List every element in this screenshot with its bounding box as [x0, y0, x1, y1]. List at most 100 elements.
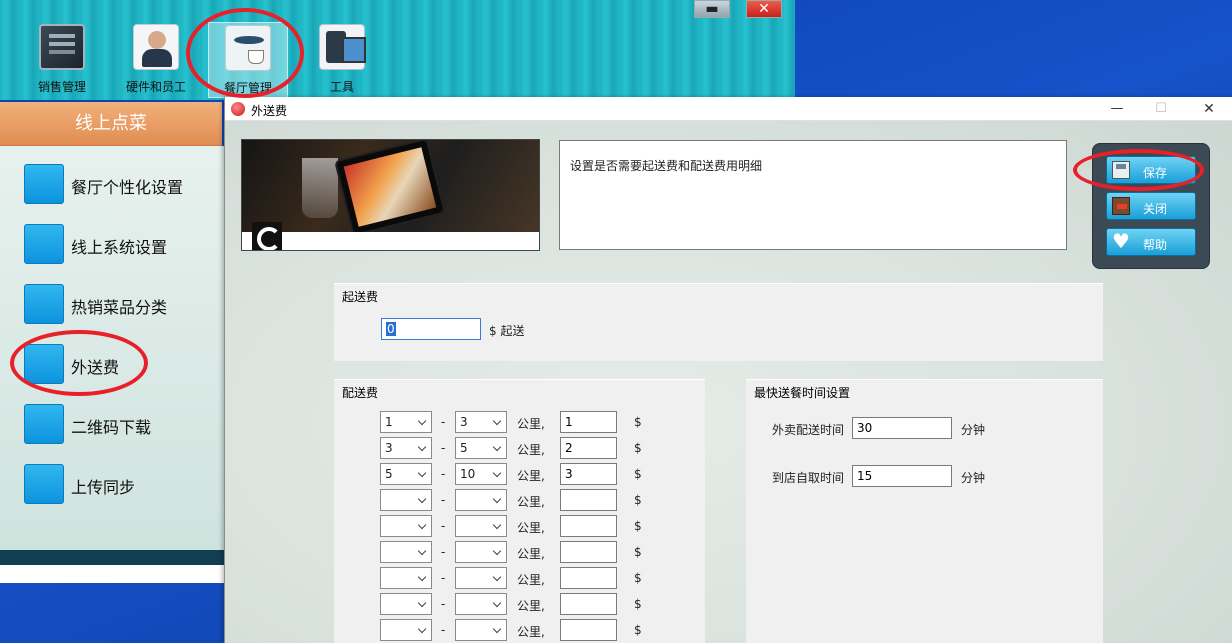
fee-row: 5-10 公里, 3 $ [334, 463, 705, 489]
banner-image [241, 139, 540, 251]
range-dash: - [441, 519, 446, 533]
min-order-group: 起送费 0 $ 起送 [334, 283, 1103, 361]
range-dash: - [441, 467, 446, 481]
app-icon [231, 102, 245, 116]
to-km-dropdown[interactable]: 5 [455, 437, 507, 459]
from-km-dropdown[interactable] [380, 567, 432, 589]
km-label: 公里, [517, 495, 545, 509]
pickup-time-input[interactable]: 15 [852, 465, 952, 487]
delivery-fee-dialog: 外送费 — ☐ ✕ 设置是否需要起送费和配送费用明细 保存 关闭 帮助 起送费 … [224, 97, 1232, 643]
currency-label: $ [634, 545, 642, 559]
from-km-dropdown[interactable]: 5 [380, 463, 432, 485]
sidebar-item-qr-download[interactable]: 二维码下载 [24, 404, 214, 444]
tile-icon [24, 344, 64, 384]
dialog-maximize-button[interactable]: ☐ [1147, 99, 1175, 119]
help-button[interactable]: 帮助 [1106, 228, 1196, 256]
to-km-dropdown[interactable] [455, 489, 507, 511]
to-km-dropdown[interactable]: 3 [455, 411, 507, 433]
fee-amount-input[interactable]: 2 [560, 437, 617, 459]
banner-tablet [333, 140, 447, 237]
app-minimize-button[interactable]: ▬ [694, 0, 730, 18]
from-km-dropdown[interactable] [380, 541, 432, 563]
min-order-unit: $ 起送 [489, 324, 525, 338]
range-dash: - [441, 493, 446, 507]
sidebar-footer-strip [0, 565, 225, 583]
fee-row: - 公里, $ [334, 541, 705, 567]
currency-label: $ [634, 597, 642, 611]
from-km-dropdown[interactable]: 3 [380, 437, 432, 459]
range-dash: - [441, 441, 446, 455]
to-km-dropdown[interactable] [455, 567, 507, 589]
pickup-time-unit: 分钟 [961, 471, 986, 485]
dialog-close-button[interactable]: ✕ [1195, 99, 1223, 119]
currency-label: $ [634, 415, 642, 429]
range-dash: - [441, 571, 446, 585]
from-km-dropdown[interactable] [380, 593, 432, 615]
km-label: 公里, [517, 417, 545, 431]
tile-icon [24, 224, 64, 264]
from-km-dropdown[interactable] [380, 489, 432, 511]
save-button-label: 保存 [1143, 166, 1168, 180]
delivery-fee-group: 配送费 1-3 公里, 1 $3-5 公里, 2 $5-10 公里, 3 $ - 公里, $ - 公里, $ -… [334, 379, 705, 643]
save-button[interactable]: 保存 [1106, 156, 1196, 184]
delivery-time-input[interactable]: 30 [852, 417, 952, 439]
tile-icon [24, 464, 64, 504]
dialog-minimize-button[interactable]: — [1103, 99, 1131, 119]
fee-amount-input[interactable] [560, 593, 617, 615]
tile-icon [24, 164, 64, 204]
sidebar-item-hot-dish-categories[interactable]: 热销菜品分类 [24, 284, 214, 324]
fee-row: - 公里, $ [334, 489, 705, 515]
toolbar-tools[interactable]: 工具 [302, 22, 382, 98]
sidebar-item-upload-sync[interactable]: 上传同步 [24, 464, 214, 504]
toolbar-label: 硬件和员工 [125, 80, 186, 94]
range-dash: - [441, 623, 446, 637]
app-close-button[interactable]: ✕ [746, 0, 782, 18]
group-title: 配送费 [342, 386, 379, 400]
fee-row: 1-3 公里, 1 $ [334, 411, 705, 437]
sidebar-item-label: 外送费 [71, 358, 120, 377]
from-km-dropdown[interactable]: 1 [380, 411, 432, 433]
from-km-dropdown[interactable] [380, 619, 432, 641]
range-dash: - [441, 415, 446, 429]
sidebar-item-label: 二维码下载 [71, 418, 152, 437]
toolbar-sales-management[interactable]: 销售管理 [22, 22, 102, 98]
km-label: 公里, [517, 547, 545, 561]
close-button-label: 关闭 [1143, 202, 1168, 216]
fastest-time-group: 最快送餐时间设置 外卖配送时间 30 分钟 到店自取时间 15 分钟 [746, 379, 1103, 643]
delivery-time-label: 外卖配送时间 [772, 423, 845, 437]
fee-row: - 公里, $ [334, 567, 705, 593]
fee-amount-input[interactable]: 3 [560, 463, 617, 485]
from-km-dropdown[interactable] [380, 515, 432, 537]
sidebar-item-online-system-settings[interactable]: 线上系统设置 [24, 224, 214, 264]
to-km-dropdown[interactable] [455, 593, 507, 615]
sidebar-item-label: 上传同步 [71, 478, 136, 497]
currency-label: $ [634, 571, 642, 585]
to-km-dropdown[interactable] [455, 619, 507, 641]
sidebar-footer-bar [0, 550, 225, 565]
currency-label: $ [634, 467, 642, 481]
main-toolbar: 销售管理 硬件和员工 餐厅管理 工具 ▬ ✕ [0, 0, 795, 100]
ledger-book-icon [39, 24, 85, 70]
fee-row: 3-5 公里, 2 $ [334, 437, 705, 463]
heart-icon [1112, 229, 1130, 253]
to-km-dropdown[interactable] [455, 515, 507, 537]
sidebar-item-label: 线上系统设置 [71, 238, 168, 257]
currency-label: $ [634, 493, 642, 507]
min-order-input[interactable]: 0 [381, 318, 481, 340]
brand-logo-icon [252, 222, 282, 250]
fee-amount-input[interactable] [560, 489, 617, 511]
close-button[interactable]: 关闭 [1106, 192, 1196, 220]
toolbar-hardware-staff[interactable]: 硬件和员工 [116, 22, 196, 98]
banner-caption-strip [242, 232, 539, 250]
toolbar-label: 销售管理 [37, 80, 86, 94]
sidebar-item-restaurant-customization[interactable]: 餐厅个性化设置 [24, 164, 214, 204]
sidebar-item-delivery-fee[interactable]: 外送费 [24, 344, 214, 384]
toolbar-restaurant-management[interactable]: 餐厅管理 [208, 22, 288, 98]
fee-amount-input[interactable] [560, 567, 617, 589]
to-km-dropdown[interactable]: 10 [455, 463, 507, 485]
fee-amount-input[interactable] [560, 619, 617, 641]
to-km-dropdown[interactable] [455, 541, 507, 563]
fee-amount-input[interactable]: 1 [560, 411, 617, 433]
fee-amount-input[interactable] [560, 541, 617, 563]
fee-amount-input[interactable] [560, 515, 617, 537]
